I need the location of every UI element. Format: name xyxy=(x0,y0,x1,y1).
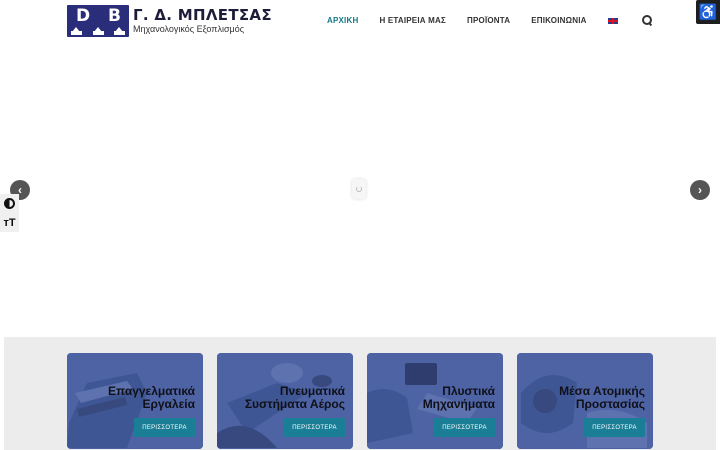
logo-letter-d: D xyxy=(76,6,91,26)
category-card-air-systems[interactable]: Πνευματικά Συστήματα Αέρος ΠΕΡΙΣΣΟΤΕΡΑ xyxy=(217,353,353,449)
uk-flag-icon[interactable] xyxy=(607,17,618,24)
category-title: Πνευματικά Συστήματα Αέρος xyxy=(244,384,345,411)
font-size-icon: ᴛT xyxy=(3,216,16,229)
more-button[interactable]: ΠΕΡΙΣΣΟΤΕΡΑ xyxy=(434,418,495,437)
site-logo[interactable]: D B Γ. Δ. ΜΠΛΕΤΣΑΣ Μηχανολογικός Εξοπλισ… xyxy=(67,5,272,37)
accessibility-toolbar: ᴛT xyxy=(0,194,19,232)
category-title: Πλυστικά Μηχανήματα xyxy=(422,384,495,411)
more-button[interactable]: ΠΕΡΙΣΣΟΤΕΡΑ xyxy=(134,418,195,437)
nav-item-contact[interactable]: ΕΠΙΚΟΙΝΩΝΙΑ xyxy=(531,16,586,25)
font-size-toggle[interactable]: ᴛT xyxy=(0,213,19,232)
contrast-toggle[interactable] xyxy=(0,194,19,213)
crown-icon xyxy=(92,27,104,35)
nav-item-home[interactable]: ΑΡΧΙΚΗ xyxy=(327,16,358,25)
chevron-right-icon: › xyxy=(698,183,702,197)
logo-crowns xyxy=(71,27,125,35)
contrast-icon xyxy=(4,198,15,209)
logo-letter-b: B xyxy=(108,6,121,26)
logo-title: Γ. Δ. ΜΠΛΕΤΣΑΣ xyxy=(133,6,272,24)
more-button[interactable]: ΠΕΡΙΣΣΟΤΕΡΑ xyxy=(584,418,645,437)
slider-next-button[interactable]: › xyxy=(690,180,710,200)
accessibility-button[interactable]: ♿ xyxy=(696,0,720,24)
hero-slider: ‹ › xyxy=(0,42,720,337)
wheelchair-icon: ♿ xyxy=(698,4,718,21)
category-title: Μέσα Ατομικής Προστασίας xyxy=(559,384,645,411)
crown-icon xyxy=(114,27,125,35)
nav-item-company[interactable]: Η ΕΤΑΙΡΕΙΑ ΜΑΣ xyxy=(379,16,446,25)
spinner-icon xyxy=(356,186,362,192)
logo-text: Γ. Δ. ΜΠΛΕΤΣΑΣ Μηχανολογικός Εξοπλισμός xyxy=(133,7,272,35)
category-card-pressure-washers[interactable]: Πλυστικά Μηχανήματα ΠΕΡΙΣΣΟΤΕΡΑ xyxy=(367,353,503,449)
logo-mark: D B xyxy=(67,5,129,37)
crown-icon xyxy=(71,27,82,35)
site-header: D B Γ. Δ. ΜΠΛΕΤΣΑΣ Μηχανολογικός Εξοπλισ… xyxy=(0,0,720,42)
more-button[interactable]: ΠΕΡΙΣΣΟΤΕΡΑ xyxy=(284,418,345,437)
slider-loader xyxy=(352,179,366,199)
category-card-tools[interactable]: Επαγγελματικά Εργαλεία ΠΕΡΙΣΣΟΤΕΡΑ xyxy=(67,353,203,449)
category-section: Επαγγελματικά Εργαλεία ΠΕΡΙΣΣΟΤΕΡΑ Πνευμ… xyxy=(4,337,716,450)
nav-item-products[interactable]: ΠΡΟΪΟΝΤΑ xyxy=(467,16,510,25)
category-card-ppe[interactable]: Μέσα Ατομικής Προστασίας ΠΕΡΙΣΣΟΤΕΡΑ xyxy=(517,353,653,449)
logo-subtitle: Μηχανολογικός Εξοπλισμός xyxy=(133,24,245,34)
main-nav: ΑΡΧΙΚΗ Η ΕΤΑΙΡΕΙΑ ΜΑΣ ΠΡΟΪΟΝΤΑ ΕΠΙΚΟΙΝΩΝ… xyxy=(327,15,652,25)
category-title: Επαγγελματικά Εργαλεία xyxy=(107,384,195,411)
search-icon[interactable] xyxy=(641,15,652,25)
